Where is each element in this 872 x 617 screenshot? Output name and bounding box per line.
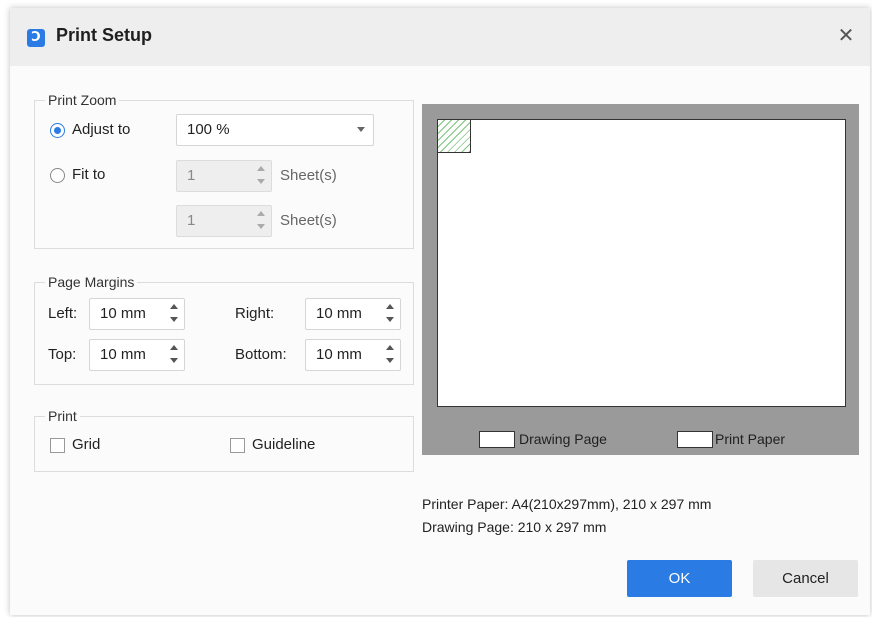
- margin-right-value: 10 mm: [316, 305, 362, 322]
- margin-left-label: Left:: [48, 305, 78, 322]
- title-bar: Ͻ Print Setup ✕: [10, 8, 870, 66]
- fit-width-value: 1: [187, 167, 196, 184]
- drawing-page-info: Drawing Page: 210 x 297 mm: [422, 519, 607, 535]
- drawing-page-preview: [437, 119, 846, 407]
- margin-left-stepper[interactable]: 10 mm: [89, 298, 185, 330]
- arrow-down-icon[interactable]: [257, 179, 265, 184]
- margin-bottom-value: 10 mm: [316, 346, 362, 363]
- guideline-label[interactable]: Guideline: [252, 436, 315, 453]
- ok-button[interactable]: OK: [627, 560, 732, 597]
- cancel-button[interactable]: Cancel: [753, 560, 858, 597]
- close-icon: ✕: [837, 25, 855, 47]
- margin-top-label: Top:: [48, 346, 77, 363]
- print-paper-legend: Print Paper: [715, 431, 786, 447]
- close-button[interactable]: ✕: [834, 24, 858, 48]
- margin-right-label: Right:: [235, 305, 275, 322]
- print-legend: Print: [48, 408, 77, 424]
- print-preview: Drawing Page Print Paper: [422, 104, 859, 455]
- fit-height-value: 1: [187, 212, 196, 229]
- page-margins-legend: Page Margins: [48, 274, 135, 290]
- fit-height-stepper[interactable]: 1: [176, 205, 272, 237]
- arrow-down-icon[interactable]: [257, 224, 265, 229]
- fit-width-unit: Sheet(s): [280, 167, 337, 184]
- arrow-up-icon[interactable]: [170, 345, 178, 350]
- guideline-checkbox[interactable]: [230, 438, 245, 453]
- adjust-to-label[interactable]: Adjust to: [72, 121, 130, 138]
- drawing-page-swatch: [479, 431, 515, 448]
- arrow-up-icon[interactable]: [386, 345, 394, 350]
- arrow-down-icon[interactable]: [170, 317, 178, 322]
- printer-paper-info: Printer Paper: A4(210x297mm), 210 x 297 …: [422, 496, 712, 512]
- arrow-up-icon[interactable]: [386, 304, 394, 309]
- print-paper-preview: [437, 119, 471, 153]
- arrow-up-icon[interactable]: [170, 304, 178, 309]
- arrow-up-icon[interactable]: [257, 166, 265, 171]
- margin-top-stepper[interactable]: 10 mm: [89, 339, 185, 371]
- arrow-up-icon[interactable]: [257, 211, 265, 216]
- arrow-down-icon[interactable]: [386, 317, 394, 322]
- arrow-down-icon[interactable]: [170, 358, 178, 363]
- margin-top-value: 10 mm: [100, 346, 146, 363]
- arrow-down-icon[interactable]: [386, 358, 394, 363]
- fit-height-unit: Sheet(s): [280, 212, 337, 229]
- zoom-select[interactable]: 100 %: [176, 114, 374, 146]
- dialog-title: Print Setup: [56, 25, 153, 45]
- margin-left-value: 10 mm: [100, 305, 146, 322]
- grid-checkbox[interactable]: [50, 438, 65, 453]
- margin-bottom-label: Bottom:: [235, 346, 287, 363]
- print-zoom-legend: Print Zoom: [48, 92, 117, 108]
- chevron-down-icon: [357, 127, 365, 132]
- zoom-select-value: 100 %: [187, 121, 230, 138]
- print-paper-swatch: [677, 431, 713, 448]
- drawing-page-legend: Drawing Page: [519, 431, 607, 447]
- print-setup-dialog: Ͻ Print Setup ✕ Print Zoom Adjust to 100…: [10, 8, 870, 615]
- grid-label[interactable]: Grid: [72, 436, 100, 453]
- fit-to-radio[interactable]: [50, 168, 65, 183]
- adjust-to-radio[interactable]: [50, 123, 65, 138]
- fit-width-stepper[interactable]: 1: [176, 160, 272, 192]
- app-logo-icon: Ͻ: [27, 29, 45, 47]
- margin-right-stepper[interactable]: 10 mm: [305, 298, 401, 330]
- margin-bottom-stepper[interactable]: 10 mm: [305, 339, 401, 371]
- fit-to-label[interactable]: Fit to: [72, 166, 105, 183]
